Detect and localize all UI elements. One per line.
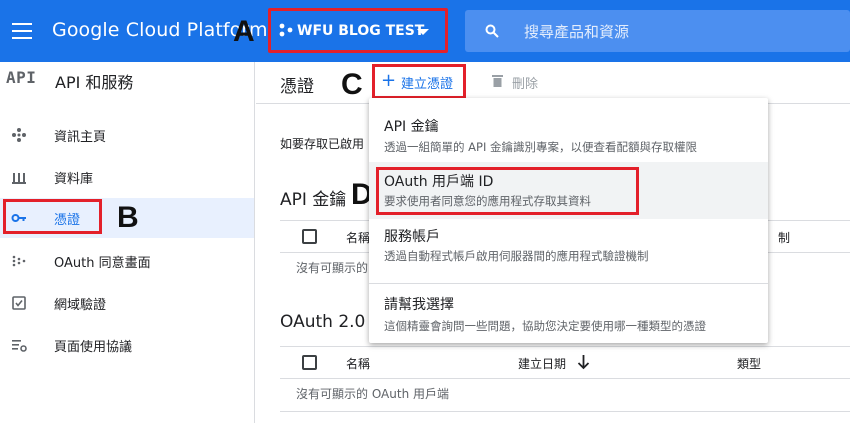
create-credentials-button[interactable]: 建立憑證 [401, 73, 453, 92]
sidebar-item-label: 頁面使用協議 [54, 340, 133, 355]
oauth-title: OAuth 2.0 [280, 312, 366, 332]
menu-item-title: OAuth 用戶端 ID [384, 174, 494, 190]
annotation-a: A [233, 15, 255, 48]
select-all-checkbox[interactable] [302, 355, 317, 370]
menu-icon[interactable] [12, 23, 32, 39]
api-logo: API [6, 68, 37, 87]
consent-icon [12, 255, 26, 267]
dashboard-icon [12, 128, 26, 142]
menu-divider [369, 283, 768, 284]
divider [280, 411, 850, 412]
sidebar-item-page-usage-agreement[interactable]: 頁面使用協議 [0, 325, 254, 365]
sidebar-item-domain-verification[interactable]: 網域驗證 [0, 283, 254, 323]
api-keys-title: API 金鑰 [280, 190, 347, 210]
sidebar-item-dashboard[interactable]: 資訊主頁 [0, 115, 254, 155]
oauth-empty-message: 沒有可顯示的 OAuth 用戶端 [296, 387, 449, 401]
column-header-created[interactable]: 建立日期 [518, 355, 566, 372]
project-selector[interactable]: WFU BLOG TEST [297, 23, 424, 39]
page-title: 憑證 [280, 77, 314, 97]
search-input[interactable]: 搜尋產品和資源 [524, 21, 629, 42]
project-icon [279, 23, 293, 37]
sidebar-item-label: OAuth 同意畫面 [54, 256, 151, 271]
menu-item-description: 要求使用者同意您的應用程式存取其資料 [384, 194, 591, 208]
menu-item-description: 透過一組簡單的 API 金鑰識別專案，以便查看配額與存取權限 [384, 140, 698, 154]
select-all-checkbox[interactable] [302, 229, 317, 244]
column-header-restrictions[interactable]: 制 [778, 229, 790, 246]
menu-item-description: 透過自動程式帳戶啟用伺服器間的應用程式驗證機制 [384, 249, 649, 263]
checkbox-verify-icon [12, 296, 26, 310]
annotation-b: B [117, 201, 139, 234]
divider [280, 378, 850, 379]
plus-icon[interactable]: + [381, 70, 396, 91]
sidebar-title: API 和服務 [55, 73, 134, 92]
column-header-type[interactable]: 類型 [737, 355, 761, 372]
divider [280, 346, 850, 347]
info-text: 如要存取已啟用 [280, 137, 365, 151]
sidebar-item-label: 網域驗證 [54, 298, 107, 313]
delete-button[interactable]: 刪除 [512, 73, 538, 92]
trash-icon[interactable] [492, 74, 503, 87]
menu-item-title: 請幫我選擇 [384, 297, 454, 313]
caret-down-icon[interactable] [417, 29, 429, 35]
menu-item-title: 服務帳戶 [384, 229, 440, 245]
credentials-highlight [3, 199, 102, 234]
sidebar-item-label: 資訊主頁 [54, 130, 107, 145]
library-icon [12, 173, 26, 184]
sidebar-item-label: 資料庫 [54, 172, 94, 187]
sidebar-item-oauth-consent[interactable]: OAuth 同意畫面 [0, 241, 254, 281]
annotation-c: C [341, 68, 363, 101]
sort-arrow-down-icon[interactable] [577, 354, 590, 370]
column-header-name[interactable]: 名稱 [346, 355, 370, 372]
column-header-name[interactable]: 名稱 [346, 229, 370, 246]
menu-item-title: API 金鑰 [384, 119, 439, 135]
sidebar-item-library[interactable]: 資料庫 [0, 157, 254, 197]
search-bar[interactable] [465, 10, 850, 52]
settings-list-icon [12, 340, 27, 352]
menu-item-description: 這個精靈會詢問一些問題，協助您決定要使用哪一種類型的憑證 [384, 319, 706, 333]
search-icon [485, 24, 499, 38]
api-keys-empty-message: 沒有可顯示的 [296, 261, 369, 275]
